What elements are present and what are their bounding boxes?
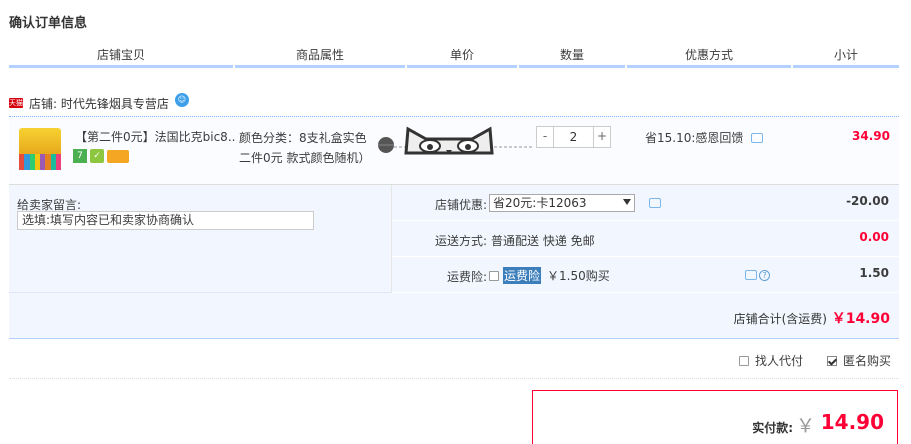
- qty-decrease-button[interactable]: -: [537, 127, 553, 147]
- dropdown-arrow-icon: [623, 199, 631, 205]
- promo-text: 省15.10:感恩回馈: [645, 131, 744, 145]
- pen-box-shape: [19, 128, 61, 156]
- proxy-pay-checkbox[interactable]: [738, 355, 749, 366]
- insurance-option: 运费险 ￥1.50购买: [489, 267, 610, 284]
- order-options: 找人代付 匿名购买: [738, 352, 891, 369]
- payment-label: 实付款:: [752, 421, 793, 435]
- column-header-qty: 数量: [519, 44, 625, 68]
- order-item-row: 【第二件0元】法国比克bic8... 7 ✓ 颜色分类：8支礼盒实色 二件0元 …: [9, 116, 899, 185]
- shop-discount-row: 店铺优惠: 省20元:卡12063 -20.00: [392, 185, 899, 221]
- options-divider: [9, 378, 899, 379]
- item-service-badges: 7 ✓: [73, 149, 129, 163]
- payment-currency: ￥: [795, 415, 815, 437]
- qty-increase-button[interactable]: +: [594, 127, 610, 147]
- shop-discount-select[interactable]: 省20元:卡12063: [489, 194, 635, 212]
- tmall-cat-watermark-icon: [378, 126, 534, 155]
- attr-line-2: 二件0元 款式颜色随机）: [239, 151, 371, 165]
- item-promotion: 省15.10:感恩回馈: [645, 129, 764, 146]
- wangwang-chat-icon[interactable]: ☺: [174, 93, 189, 107]
- pen-colors-shape: [19, 154, 61, 170]
- shipping-method: 普通配送 快递 免邮: [491, 234, 595, 248]
- shop-name-link[interactable]: 店铺: 时代先锋烟具专营店: [29, 95, 169, 112]
- anonymous-option[interactable]: 匿名购买: [826, 352, 891, 369]
- insurance-label: 运费险:: [446, 270, 487, 284]
- shop-total-amount: ￥14.90: [831, 311, 890, 327]
- anonymous-label: 匿名购买: [842, 354, 891, 368]
- buyer-message-input[interactable]: 选填:填写内容已和卖家协商确认: [17, 211, 314, 230]
- attr-line-1: 颜色分类：8支礼盒实色: [239, 131, 367, 145]
- column-header-item: 店铺宝贝: [9, 44, 233, 68]
- insurance-help: ?: [745, 270, 770, 281]
- column-header-subtotal: 小计: [793, 44, 899, 68]
- insurance-value: 1.50: [859, 266, 889, 280]
- column-header-attr: 商品属性: [235, 44, 405, 68]
- proxy-pay-option[interactable]: 找人代付: [738, 352, 803, 369]
- payment-summary: 实付款: ￥ 14.90: [532, 390, 898, 444]
- shipping-value: 0.00: [859, 230, 889, 244]
- promo-comment-icon[interactable]: [751, 132, 764, 143]
- column-header-price: 单价: [407, 44, 517, 68]
- item-title-link[interactable]: 【第二件0元】法国比克bic8...: [75, 128, 235, 145]
- insurance-comment-icon[interactable]: [745, 270, 757, 280]
- insurance-checkbox[interactable]: [489, 270, 499, 281]
- insurance-row: 运费险: 运费险 ￥1.50购买 ? 1.50: [392, 257, 899, 293]
- insurance-name[interactable]: 运费险: [503, 267, 542, 284]
- help-icon[interactable]: ?: [759, 270, 770, 281]
- item-subtotal: 34.90: [852, 129, 890, 143]
- shop-total-label: 店铺合计(含运费): [733, 312, 827, 326]
- credit-card-icon[interactable]: [107, 150, 129, 163]
- shop-discount-selected: 省20元:卡12063: [493, 196, 587, 210]
- shop-options-panel: 给卖家留言: 选填:填写内容已和卖家协商确认 店铺优惠: 省20元:卡12063…: [9, 185, 899, 293]
- discount-comment-icon[interactable]: [649, 198, 661, 208]
- guarantee-icon[interactable]: ✓: [90, 149, 104, 163]
- shop-header: 天猫 店铺: 时代先锋烟具专营店 ☺: [9, 93, 189, 112]
- shipping-label: 运送方式:: [434, 234, 487, 248]
- page-title: 确认订单信息: [9, 16, 88, 31]
- shipping-row: 运送方式: 普通配送 快递 免邮 0.00: [392, 221, 899, 257]
- item-attributes: 颜色分类：8支礼盒实色 二件0元 款式颜色随机）: [239, 128, 379, 168]
- column-header-promo: 优惠方式: [627, 44, 791, 68]
- payment-amount: 14.90: [820, 410, 884, 434]
- shop-discount-label: 店铺优惠:: [434, 198, 487, 212]
- proxy-pay-label: 找人代付: [754, 354, 803, 368]
- shop-total-bar: 店铺合计(含运费) ￥14.90: [9, 293, 899, 339]
- insurance-price: ￥1.50购买: [547, 269, 610, 283]
- tmall-badge-icon: 天猫: [9, 98, 23, 108]
- anonymous-checkbox[interactable]: [826, 355, 837, 366]
- quantity-stepper: - 2 +: [536, 126, 611, 148]
- column-headers: 店铺宝贝 商品属性 单价 数量 优惠方式 小计: [9, 44, 899, 68]
- qty-input[interactable]: 2: [553, 127, 594, 147]
- seven-day-return-icon[interactable]: 7: [73, 149, 87, 163]
- shop-discount-value: -20.00: [846, 194, 889, 208]
- item-thumbnail[interactable]: [15, 124, 67, 176]
